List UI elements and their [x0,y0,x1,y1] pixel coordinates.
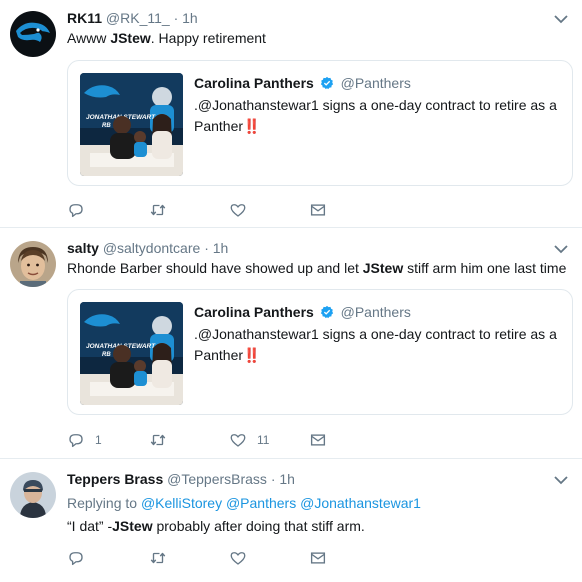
chevron-down-icon[interactable] [554,475,568,485]
reply-button[interactable] [67,200,95,220]
tweet[interactable]: salty @saltydontcare · 1h Rhonde Barber … [0,229,582,459]
display-name[interactable]: Teppers Brass [67,471,163,487]
display-name[interactable]: salty [67,240,99,256]
direct-message-button[interactable] [309,430,327,450]
svg-text:RB: RB [102,352,111,358]
tweet-header: Teppers Brass @TeppersBrass · 1h [67,470,552,488]
user-handle[interactable]: @saltydontcare [103,240,200,256]
direct-message-button[interactable] [309,200,327,220]
retweet-icon [150,552,166,564]
heart-icon [230,552,246,565]
quoted-tweet-header: Carolina Panthers @Panthers [194,74,411,92]
tweet-text: “I dat” -JStew probably after doing that… [67,518,365,534]
reply-icon [69,204,83,218]
retweet-button[interactable] [149,430,177,450]
retweet-icon [150,434,166,446]
tweet-header: RK11 @RK_11_ · 1h [67,9,552,27]
user-handle[interactable]: @TeppersBrass [167,471,267,487]
tweet-feed: RK11 @RK_11_ · 1h Awww JStew. Happy reti… [0,0,582,582]
tweet-actions [67,200,367,220]
reply-button[interactable]: 1 [67,430,102,450]
reply-button[interactable] [67,548,95,568]
mention-link[interactable]: @KelliStorey [141,495,222,511]
timestamp[interactable]: 1h [213,240,229,256]
like-button[interactable] [229,548,257,568]
quoted-tweet-text: .@Jonathanstewar1 signs a one-day contra… [194,97,557,134]
svg-text:RB: RB [102,123,111,129]
retweet-icon [150,204,166,216]
quoted-display-name[interactable]: Carolina Panthers [194,75,314,91]
quoted-tweet[interactable]: JONATHAN STEWART RB Carolina Panthers @P… [67,60,573,186]
separator-dot: · [270,471,276,487]
separator-dot: · [204,240,209,256]
like-count: 11 [257,433,270,447]
tweet-actions: 1 11 [67,430,367,450]
avatar[interactable] [10,241,56,287]
timestamp[interactable]: 1h [182,10,198,26]
tweet[interactable]: RK11 @RK_11_ · 1h Awww JStew. Happy reti… [0,0,582,228]
quoted-tweet-image[interactable]: JONATHAN STEWART RB [80,302,183,405]
tweet-text: Rhonde Barber should have showed up and … [67,260,567,276]
heart-icon [230,204,246,217]
tweet-header: salty @saltydontcare · 1h [67,239,552,257]
quoted-display-name[interactable]: Carolina Panthers [194,304,314,320]
retweet-button[interactable] [149,548,177,568]
replying-to: Replying to @KelliStorey @Panthers @Jona… [67,495,421,511]
envelope-icon [310,552,326,564]
retweet-button[interactable] [149,200,177,220]
mention-link[interactable]: @Jonathanstewar1 [300,495,421,511]
reply-count: 1 [95,433,102,447]
heart-icon [230,434,246,447]
like-button[interactable] [229,200,257,220]
separator-dot: · [173,10,179,26]
quoted-tweet[interactable]: JONATHAN STEWART RB Carolina Panthers @P… [67,289,573,415]
double-exclamation-emoji: ‼️ [243,118,260,134]
chevron-down-icon[interactable] [554,14,568,24]
reply-icon [69,552,83,566]
tweet[interactable]: Teppers Brass @TeppersBrass · 1h Replyin… [0,460,582,582]
verified-badge-icon [320,305,333,319]
timestamp[interactable]: 1h [279,471,295,487]
quoted-tweet-image[interactable]: JONATHAN STEWART RB [80,73,183,176]
direct-message-button[interactable] [309,548,327,568]
quoted-user-handle[interactable]: @Panthers [341,75,411,91]
envelope-icon [310,204,326,216]
tweet-text: Awww JStew. Happy retirement [67,30,266,46]
avatar[interactable] [10,472,56,518]
quoted-user-handle[interactable]: @Panthers [341,304,411,320]
tweet-actions [67,548,367,568]
user-handle[interactable]: @RK_11_ [106,10,170,26]
reply-icon [69,434,83,448]
verified-badge-icon [320,76,333,90]
envelope-icon [310,434,326,446]
avatar[interactable] [10,11,56,57]
mention-link[interactable]: @Panthers [226,495,296,511]
display-name[interactable]: RK11 [67,10,102,26]
quoted-tweet-text: .@Jonathanstewar1 signs a one-day contra… [194,326,557,363]
quoted-tweet-header: Carolina Panthers @Panthers [194,303,411,321]
double-exclamation-emoji: ‼️ [243,347,260,363]
like-button[interactable]: 11 [229,430,269,450]
chevron-down-icon[interactable] [554,244,568,254]
